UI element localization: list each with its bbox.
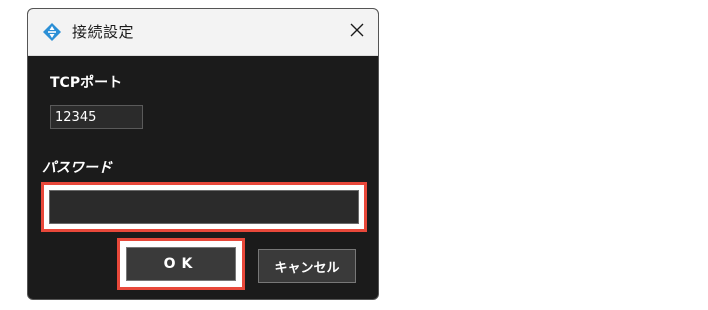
cancel-button[interactable]: キャンセル xyxy=(258,249,356,283)
diamond-arrows-icon xyxy=(43,23,61,41)
close-button[interactable] xyxy=(342,17,372,47)
tcp-port-input[interactable] xyxy=(50,105,143,129)
close-icon xyxy=(349,22,365,42)
dialog-title: 接続設定 xyxy=(72,23,135,41)
password-input[interactable] xyxy=(49,190,359,224)
ok-button[interactable]: OK xyxy=(126,247,236,281)
tcp-port-label: TCPポート xyxy=(50,75,123,91)
password-highlight-box xyxy=(41,182,367,232)
title-bar: 接続設定 xyxy=(28,9,378,56)
page: 接続設定 TCPポート パスワード OK キャンセル xyxy=(0,0,708,310)
ok-highlight-box: OK xyxy=(117,238,245,290)
password-label: パスワード xyxy=(42,160,112,176)
connection-settings-dialog: 接続設定 TCPポート パスワード OK キャンセル xyxy=(27,8,379,300)
